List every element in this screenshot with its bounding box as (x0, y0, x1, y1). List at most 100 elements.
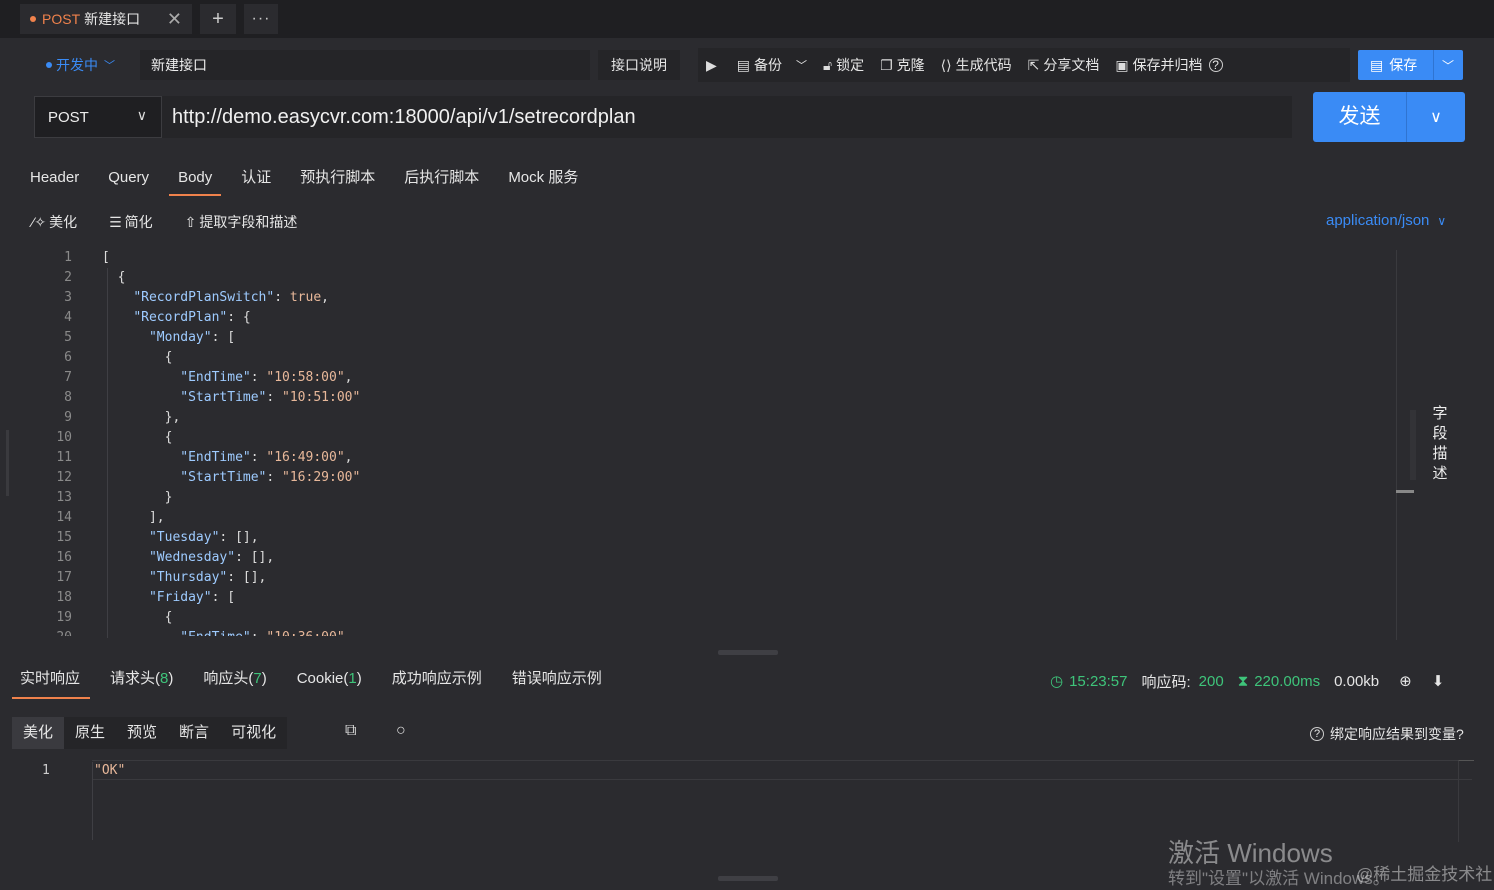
url-input[interactable]: http://demo.easycvr.com:18000/api/v1/set… (162, 96, 1292, 138)
view-preview[interactable]: 预览 (116, 717, 168, 749)
bottom-resize-handle[interactable] (718, 876, 778, 881)
beautify-button[interactable]: ⁄✧ 美化 (32, 210, 77, 234)
code-line[interactable]: 13 } (40, 488, 1396, 508)
play-icon: ▶ (706, 56, 717, 73)
save-archive-button[interactable]: ▣ 保存并归档? (1107, 48, 1230, 82)
view-raw[interactable]: 原生 (64, 717, 116, 749)
scrollbar-thumb[interactable] (1396, 490, 1414, 493)
code-line[interactable]: 20 "EndTime": "10:36:00", (40, 628, 1396, 636)
chevron-down-icon[interactable]: ∨ (1407, 107, 1465, 127)
run-button[interactable]: ▶ (698, 48, 729, 82)
code-text: { (102, 610, 173, 625)
view-visualize[interactable]: 可视化 (220, 717, 287, 749)
tab-new-interface[interactable]: POST 新建接口 ✕ (20, 4, 192, 34)
share-doc-button[interactable]: ⇱ 分享文档 (1020, 48, 1108, 82)
code-line[interactable]: 12 "StartTime": "16:29:00" (40, 468, 1396, 488)
content-type-select[interactable]: application/json ∨ (1326, 212, 1446, 229)
code-line[interactable]: 19 { (40, 608, 1396, 628)
cookie-label: Cookie( (296, 670, 349, 687)
more-tabs-button[interactable]: ··· (244, 4, 278, 34)
response-editor[interactable]: 1 "OK" (20, 760, 1460, 840)
status-label: 开发中 (56, 57, 98, 73)
code-line[interactable]: 4 "RecordPlan": { (40, 308, 1396, 328)
bind-variable-link[interactable]: ? 绑定响应结果到变量? (1310, 724, 1464, 744)
line-number: 8 (64, 390, 72, 405)
code-line[interactable]: 9 }, (40, 408, 1396, 428)
method-select[interactable]: POST ∨ (34, 96, 162, 138)
code-line[interactable]: 7 "EndTime": "10:58:00", (40, 368, 1396, 388)
code-line[interactable]: 8 "StartTime": "10:51:00" (40, 388, 1396, 408)
code-line[interactable]: 16 "Wednesday": [], (40, 548, 1396, 568)
tab-header[interactable]: Header (30, 166, 79, 194)
help-icon: ? (1310, 727, 1324, 741)
tab-post-script[interactable]: 后执行脚本 (404, 166, 479, 194)
send-main[interactable]: 发送 (1313, 92, 1407, 142)
tab-request-headers[interactable]: 请求头(8) (110, 668, 173, 696)
tab-query[interactable]: Query (108, 166, 149, 194)
code-line[interactable]: 17 "Thursday": [], (40, 568, 1396, 588)
tab-response-headers[interactable]: 响应头(7) (203, 668, 266, 696)
field-desc-handle[interactable] (1410, 410, 1416, 480)
code-line[interactable]: 11 "EndTime": "16:49:00", (40, 448, 1396, 468)
line-number: 7 (64, 370, 72, 385)
save-main[interactable]: ▤ 保存 (1358, 50, 1434, 80)
generate-code-button[interactable]: ⟨⟩ 生成代码 (933, 48, 1020, 82)
tab-success-example[interactable]: 成功响应示例 (392, 668, 482, 696)
lock-button[interactable]: 🔓︎ 锁定 (815, 48, 872, 82)
clone-button[interactable]: ❐ 克隆 (872, 48, 933, 82)
tab-mock[interactable]: Mock 服务 (508, 166, 578, 194)
send-button[interactable]: 发送 ∨ (1313, 92, 1465, 142)
interface-name-input[interactable]: 新建接口 (140, 50, 590, 80)
field-description-toggle[interactable]: 字 段 描 述 (1418, 404, 1462, 484)
tab-pre-script[interactable]: 预执行脚本 (300, 166, 375, 194)
backup-icon: ▤ (736, 56, 751, 73)
line-number: 6 (64, 350, 72, 365)
tab-error-example[interactable]: 错误响应示例 (512, 668, 602, 696)
code-line[interactable]: 5 "Monday": [ (40, 328, 1396, 348)
left-resize-handle[interactable] (6, 430, 9, 496)
code-line[interactable]: 15 "Tuesday": [], (40, 528, 1396, 548)
tab-body[interactable]: Body (169, 166, 222, 196)
code-line[interactable]: 6 { (40, 348, 1396, 368)
tab-title: 新建接口 (84, 11, 141, 27)
help-icon[interactable]: ? (1208, 58, 1223, 72)
save-button[interactable]: ▤ 保存 ﹀ (1358, 50, 1463, 80)
lock-label: 锁定 (836, 57, 865, 73)
backup-button[interactable]: ▤ 备份 ﹀ (729, 48, 815, 82)
tab-realtime-response[interactable]: 实时响应 (11, 668, 91, 699)
body-editor[interactable]: 1[2 {3 "RecordPlanSwitch": true, 4 "Recor… (40, 248, 1396, 636)
code-text: { (102, 350, 173, 365)
magic-wand-icon: ⁄✧ (32, 213, 47, 230)
code-line[interactable]: 1[ (40, 248, 1396, 268)
simplify-button[interactable]: ☰ 简化 (109, 210, 153, 234)
panel-resize-handle[interactable] (718, 650, 778, 655)
globe-icon[interactable]: ⊕ (1399, 672, 1412, 690)
copy-icon[interactable]: ⧉ (345, 722, 356, 740)
add-tab-button[interactable]: + (200, 4, 236, 34)
view-beautify[interactable]: 美化 (12, 717, 65, 749)
response-body: "OK" (94, 763, 126, 778)
status-select[interactable]: 开发中 ﹀ (32, 50, 132, 80)
code-line[interactable]: 3 "RecordPlanSwitch": true, (40, 288, 1396, 308)
extract-fields-button[interactable]: ⇧ 提取字段和描述 (185, 210, 298, 234)
toolbar: ▶ ▤ 备份 ﹀ 🔓︎ 锁定 ❐ 克隆 ⟨⟩ 生成代码 ⇱ 分享文档 ▣ 保存并归档? (698, 48, 1350, 82)
backup-label: 备份 (754, 57, 783, 73)
extract-fields-label: 提取字段和描述 (199, 214, 298, 230)
search-icon[interactable]: ○ (396, 722, 406, 740)
code-line[interactable]: 14 ], (40, 508, 1396, 528)
tab-cookie[interactable]: Cookie(1) (297, 668, 362, 696)
code-line[interactable]: 18 "Friday": [ (40, 588, 1396, 608)
code-line[interactable]: 10 { (40, 428, 1396, 448)
view-assert[interactable]: 断言 (168, 717, 220, 749)
chevron-down-icon[interactable]: ﹀ (1434, 57, 1462, 74)
download-icon[interactable]: ⬇ (1432, 672, 1445, 690)
code-text: "Friday": [ (148, 590, 236, 605)
response-scrollbar[interactable] (1458, 760, 1474, 842)
status-code: 200 (1198, 672, 1224, 690)
code-line[interactable]: 2 { (40, 268, 1396, 288)
interface-doc-button[interactable]: 接口说明 (598, 50, 680, 80)
tab-auth[interactable]: 认证 (241, 166, 271, 194)
save-label: 保存 (1389, 57, 1418, 73)
response-meta: ◷ 15:23:57 响应码: 200 ⧗ 220.00ms 0.00kb ⊕ … (1050, 670, 1458, 692)
close-icon[interactable]: ✕ (167, 9, 182, 30)
